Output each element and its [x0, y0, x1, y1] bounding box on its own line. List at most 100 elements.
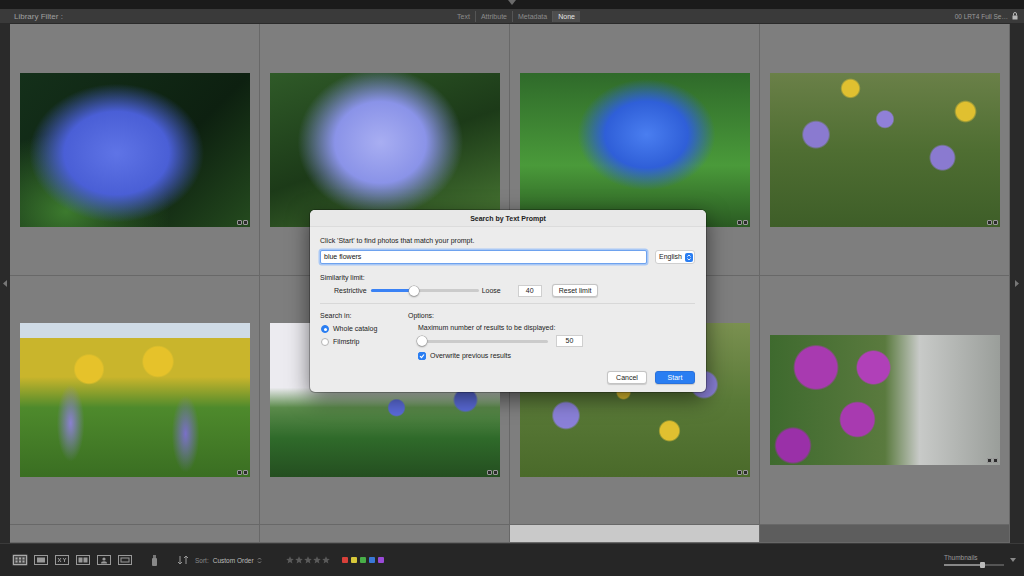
- painter-icon[interactable]: [150, 554, 159, 566]
- filter-tab[interactable]: Text: [452, 11, 475, 22]
- grid-cell[interactable]: [260, 525, 510, 543]
- expand-left-icon[interactable]: [3, 280, 7, 287]
- similarity-field[interactable]: 40: [518, 285, 542, 297]
- photo-thumbnail[interactable]: [20, 323, 250, 477]
- rating-stars[interactable]: [286, 556, 330, 564]
- color-label[interactable]: [360, 557, 366, 563]
- cancel-button[interactable]: Cancel: [607, 371, 647, 384]
- max-results-field[interactable]: 50: [556, 335, 583, 347]
- star-icon[interactable]: [295, 556, 303, 564]
- cell-kind: [634, 533, 635, 534]
- slider-thumb[interactable]: [980, 562, 985, 568]
- filter-tab[interactable]: None: [552, 11, 580, 22]
- photo-thumbnail[interactable]: [520, 73, 750, 227]
- slider-track[interactable]: [418, 340, 548, 343]
- color-label[interactable]: [342, 557, 348, 563]
- grid-cell[interactable]: [760, 24, 1010, 276]
- color-label[interactable]: [378, 557, 384, 563]
- slider-fill: [944, 564, 982, 566]
- lock-icon[interactable]: [1012, 12, 1018, 20]
- metadata-badge-icon: [987, 220, 992, 225]
- grid-cell[interactable]: [510, 525, 760, 543]
- slideshow-icon[interactable]: [117, 554, 133, 566]
- separator: [320, 303, 695, 304]
- dropdown-icon: [257, 557, 262, 564]
- metadata-badge-icon: [987, 458, 992, 463]
- compare-view-icon[interactable]: [54, 554, 70, 566]
- filter-bar-title: Library Filter :: [14, 12, 63, 21]
- color-label[interactable]: [351, 557, 357, 563]
- edit-badge-icon: [743, 470, 748, 475]
- language-dropdown[interactable]: English: [655, 250, 695, 264]
- photo-thumbnail[interactable]: [20, 73, 250, 227]
- expand-right-icon[interactable]: [1015, 280, 1019, 287]
- grid-cell[interactable]: [760, 525, 1010, 543]
- survey-view-icon[interactable]: [75, 554, 91, 566]
- edit-badge-icon: [993, 458, 998, 463]
- cell-kind: [884, 533, 885, 534]
- slider-fill: [371, 289, 414, 292]
- filter-tab[interactable]: Metadata: [512, 11, 552, 22]
- star-icon[interactable]: [313, 556, 321, 564]
- edit-badge-icon: [243, 470, 248, 475]
- color-label[interactable]: [369, 557, 375, 563]
- start-button[interactable]: Start: [655, 371, 695, 384]
- prompt-input[interactable]: blue flowers: [320, 250, 647, 264]
- checkbox[interactable]: [418, 352, 426, 360]
- cell-kind: [134, 533, 135, 534]
- thumbnails-label: Thumbnails: [944, 554, 978, 561]
- grid-view-icon[interactable]: [12, 554, 28, 566]
- instruction-text: Click 'Start' to find photos that match …: [320, 236, 695, 246]
- sort-label: Sort:: [195, 557, 209, 564]
- dropdown-arrows-icon: [685, 253, 693, 262]
- people-view-icon[interactable]: [96, 554, 112, 566]
- search-in-option[interactable]: Filmstrip: [320, 337, 408, 347]
- right-panel-edge: [1010, 24, 1024, 543]
- photo-thumbnail[interactable]: [270, 73, 500, 227]
- search-in-label: Search in:: [320, 311, 408, 321]
- search-in-option[interactable]: Whole catalog: [320, 324, 408, 334]
- photo-thumbnail[interactable]: [770, 335, 1000, 465]
- left-panel-edge: [0, 24, 10, 543]
- slider-thumb[interactable]: [417, 336, 427, 346]
- overwrite-option[interactable]: Overwrite previous results: [418, 351, 695, 361]
- star-icon[interactable]: [304, 556, 312, 564]
- filter-tabs: TextAttributeMetadataNone: [452, 11, 580, 22]
- sort-direction-icon[interactable]: [177, 555, 189, 565]
- star-icon[interactable]: [286, 556, 294, 564]
- restrictive-label: Restrictive: [334, 286, 367, 296]
- edit-badge-icon: [243, 220, 248, 225]
- filter-preset[interactable]: 00 LRT4 Full Se…: [955, 13, 1008, 20]
- collapse-top-icon[interactable]: [508, 0, 516, 5]
- metadata-badge-icon: [737, 470, 742, 475]
- similarity-label: Similarity limit:: [320, 273, 695, 283]
- loupe-view-icon[interactable]: [33, 554, 49, 566]
- grid-cell[interactable]: [10, 276, 260, 525]
- toolbar-menu-icon[interactable]: [1010, 558, 1016, 562]
- options-label: Options:: [408, 311, 695, 321]
- radio-button[interactable]: [321, 325, 329, 333]
- photo-thumbnail[interactable]: [770, 73, 1000, 227]
- bottom-toolbar: Sort:Custom Order Thumbnails: [0, 543, 1024, 576]
- color-labels: [342, 557, 384, 563]
- dialog-title: Search by Text Prompt: [310, 210, 706, 227]
- sort-dropdown[interactable]: Custom Order: [209, 557, 262, 564]
- slider-thumb[interactable]: [409, 286, 419, 296]
- metadata-badge-icon: [737, 220, 742, 225]
- loose-label: Loose: [482, 286, 501, 296]
- max-results-label: Maximum number of results to be displaye…: [418, 323, 695, 333]
- reset-limit-button[interactable]: Reset limit: [552, 284, 599, 297]
- cell-kind: [384, 533, 385, 534]
- grid-cell[interactable]: [760, 276, 1010, 525]
- radio-button[interactable]: [321, 338, 329, 346]
- top-panel-strip: [0, 0, 1024, 9]
- star-icon[interactable]: [322, 556, 330, 564]
- thumbnail-size-slider[interactable]: [944, 564, 1004, 566]
- library-filter-bar: Library Filter : TextAttributeMetadataNon…: [0, 9, 1024, 24]
- grid-cell[interactable]: [10, 24, 260, 276]
- metadata-badge-icon: [237, 220, 242, 225]
- slider-track[interactable]: [371, 289, 479, 292]
- grid-cell[interactable]: [10, 525, 260, 543]
- filter-tab[interactable]: Attribute: [475, 11, 512, 22]
- edit-badge-icon: [993, 220, 998, 225]
